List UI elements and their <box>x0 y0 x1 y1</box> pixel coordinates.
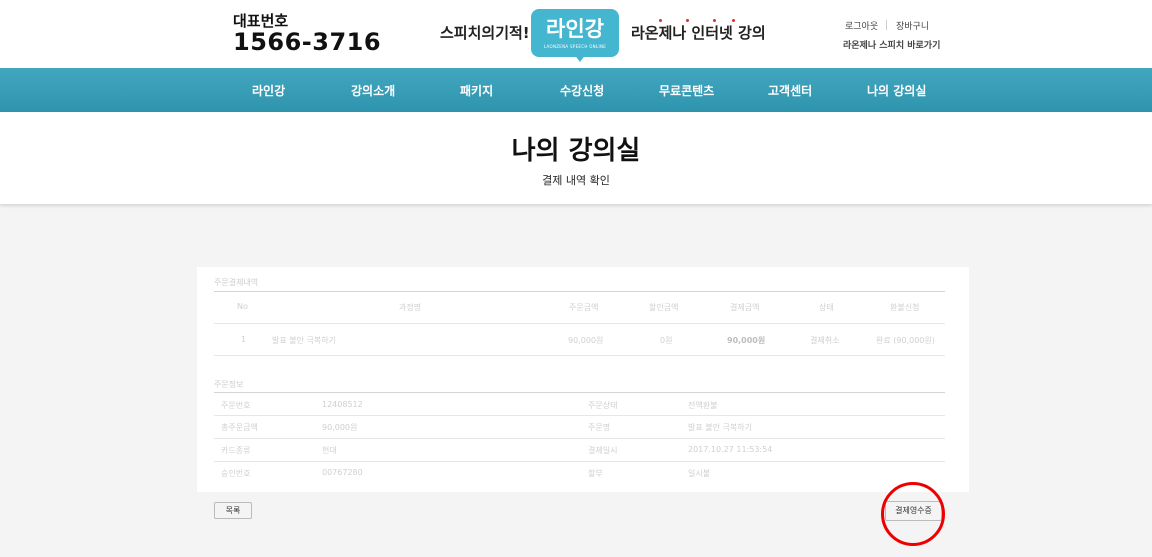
nav-item-package[interactable]: 패키지 <box>460 82 493 99</box>
column-header: 결제금액 <box>730 303 760 312</box>
info-key-approval-number: 승인번호 <box>221 469 251 478</box>
info-key-total-amount: 총주문금액 <box>221 423 258 432</box>
info-value-approval-number: 00767280 <box>322 468 363 477</box>
info-row-divider <box>214 415 945 416</box>
row-course-name: 발표 불안 극복하기 <box>272 336 336 345</box>
info-key-installment: 할부 <box>588 469 603 478</box>
accent-dot <box>659 19 662 22</box>
info-key-card-type: 카드종류 <box>221 446 251 455</box>
info-key-order-name: 주문명 <box>588 423 611 432</box>
main-nav: 라인강 강의소개 패키지 수강신청 무료콘텐츠 고객센터 나의 강의실 <box>0 68 1152 112</box>
info-value-order-name: 발표 불안 극복하기 <box>688 423 752 432</box>
nav-item-free-content[interactable]: 무료콘텐츠 <box>659 82 714 99</box>
info-row-divider <box>214 461 945 462</box>
slogan-left: 스피치의기적! <box>440 24 530 42</box>
page-subtitle: 결제 내역 확인 <box>542 174 610 187</box>
nav-item-customer-center[interactable]: 고객센터 <box>768 82 812 99</box>
row-refund: 완료 (90,000원) <box>876 336 935 345</box>
column-header: 환불신청 <box>890 303 920 312</box>
nav-item-course-intro[interactable]: 강의소개 <box>351 82 395 99</box>
logout-link[interactable]: 로그아웃 <box>845 19 878 32</box>
table-row-divider <box>214 355 945 356</box>
section-divider <box>214 291 945 292</box>
info-value-installment: 일시불 <box>688 469 711 478</box>
row-paid-amount: 90,000원 <box>727 336 766 345</box>
logo-subtext: LAONZENA SPEECH ONLINE <box>543 44 607 49</box>
section-divider <box>214 392 945 393</box>
highlight-circle-annotation <box>881 482 945 546</box>
accent-dot <box>713 19 716 22</box>
row-status: 결제취소 <box>810 336 840 345</box>
nav-item-my-classroom[interactable]: 나의 강의실 <box>867 82 926 99</box>
list-button[interactable]: 목록 <box>214 502 252 519</box>
row-order-amount: 90,000원 <box>568 336 604 345</box>
phone-number: 1566-3716 <box>233 28 382 56</box>
info-value-payment-datetime: 2017.10.27 11:53:54 <box>688 445 773 454</box>
info-key-order-status: 주문상태 <box>588 401 618 410</box>
column-header: 상태 <box>819 303 834 312</box>
site-logo[interactable]: 라인강 LAONZENA SPEECH ONLINE <box>531 9 619 57</box>
cart-link[interactable]: 장바구니 <box>896 19 929 32</box>
column-header: No <box>237 302 248 311</box>
table-header-divider <box>214 323 945 324</box>
nav-item-enroll[interactable]: 수강신청 <box>560 82 604 99</box>
info-value-order-number: 12408512 <box>322 400 363 409</box>
info-value-total-amount: 90,000원 <box>322 423 358 432</box>
top-link-divider <box>886 20 887 30</box>
page-title: 나의 강의실 <box>511 136 641 166</box>
column-header: 주문금액 <box>569 303 599 312</box>
order-info-section-label: 주문정보 <box>214 380 244 389</box>
order-detail-panel: 주문결제내역 No 과정명 주문금액 할인금액 결제금액 상태 환불신청 1 발… <box>197 267 969 492</box>
accent-dot <box>732 19 735 22</box>
slogan-right: 라온제나 인터넷 강의 <box>631 24 766 42</box>
column-header: 과정명 <box>399 303 422 312</box>
row-number: 1 <box>241 335 247 344</box>
row-discount: 0원 <box>660 336 673 345</box>
info-row-divider <box>214 438 945 439</box>
accent-dot <box>686 19 689 22</box>
info-value-order-status: 전액환불 <box>688 401 718 410</box>
info-value-card-type: 현대 <box>322 446 337 455</box>
info-key-order-number: 주문번호 <box>221 401 251 410</box>
logo-text: 라인강 <box>546 17 604 41</box>
order-payment-section-label: 주문결제내역 <box>214 278 259 287</box>
shortcut-link[interactable]: 라온제나 스피치 바로가기 <box>843 38 940 51</box>
info-key-payment-datetime: 결제일시 <box>588 446 618 455</box>
page-title-area: 나의 강의실 결제 내역 확인 <box>0 112 1152 204</box>
nav-item-lineang[interactable]: 라인강 <box>252 82 285 99</box>
logo-speech-tail <box>574 54 586 62</box>
site-header: 대표번호 1566-3716 스피치의기적! 라인강 LAONZENA SPEE… <box>0 0 1152 68</box>
column-header: 할인금액 <box>649 303 679 312</box>
